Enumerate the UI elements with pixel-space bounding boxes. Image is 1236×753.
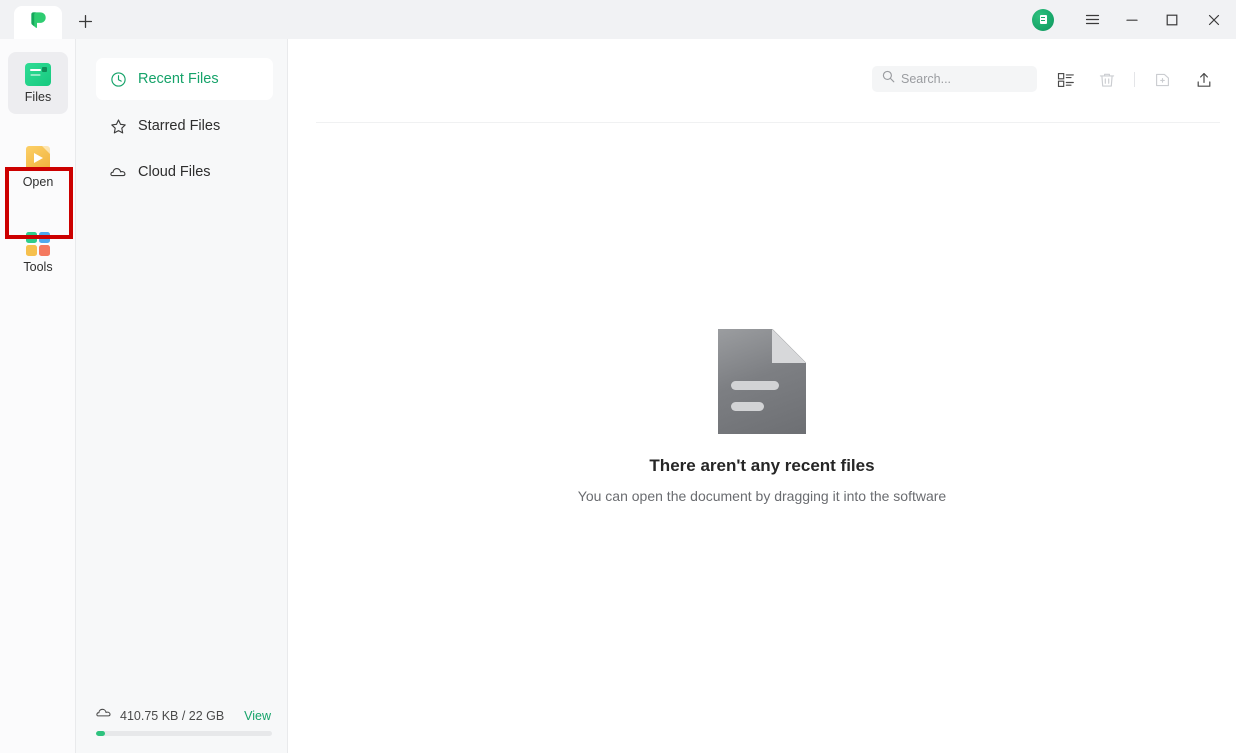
- document-placeholder-icon: [718, 329, 806, 434]
- storage-usage-text: 410.75 KB / 22 GB: [120, 708, 225, 723]
- star-icon: [110, 118, 127, 135]
- rail-item-tools[interactable]: Tools: [8, 222, 68, 284]
- nav-item-cloud-files[interactable]: Cloud Files: [96, 151, 273, 193]
- avatar-glyph: [1039, 15, 1047, 24]
- search-icon: [882, 70, 895, 88]
- new-tab-button[interactable]: [70, 6, 100, 36]
- hamburger-menu-icon[interactable]: [1072, 0, 1112, 39]
- trash-icon: [1094, 67, 1120, 93]
- avatar[interactable]: [1032, 8, 1054, 31]
- close-icon[interactable]: [1192, 0, 1236, 39]
- nav-item-recent-files-label: Recent Files: [138, 71, 219, 87]
- rail-item-tools-label: Tools: [23, 260, 53, 275]
- nav-panel: Recent Files Starred Files Cloud Files 4…: [76, 39, 288, 753]
- icon-rail: Files Open Tools: [0, 39, 76, 753]
- tab-strip: [0, 0, 100, 39]
- storage-cloud-icon: [96, 705, 112, 726]
- files-icon: [25, 62, 51, 86]
- window-controls: [1032, 0, 1236, 39]
- nav-item-recent-files[interactable]: Recent Files: [96, 58, 273, 100]
- list-view-icon[interactable]: [1053, 67, 1079, 93]
- document-line-1: [731, 381, 779, 390]
- main-content: There aren't any recent files You can op…: [288, 39, 1236, 753]
- empty-state: There aren't any recent files You can op…: [288, 329, 1236, 504]
- storage-section: 410.75 KB / 22 GB View: [76, 695, 288, 753]
- rail-item-files[interactable]: Files: [8, 52, 68, 114]
- toolbar-divider: [1134, 72, 1135, 87]
- storage-view-link[interactable]: View: [244, 709, 273, 723]
- nav-item-starred-files[interactable]: Starred Files: [96, 105, 273, 147]
- document-line-2: [731, 402, 764, 411]
- new-folder-icon: [1150, 67, 1176, 93]
- tools-grid-icon: [26, 232, 50, 257]
- app-logo-icon: [28, 10, 48, 35]
- browser-tab-active[interactable]: [14, 6, 62, 39]
- minimize-icon[interactable]: [1112, 0, 1152, 39]
- storage-progress-bar: [96, 731, 272, 736]
- rail-item-files-label: Files: [24, 89, 52, 104]
- clock-icon: [110, 71, 127, 88]
- open-folder-icon: [26, 145, 50, 171]
- upload-icon[interactable]: [1191, 67, 1217, 93]
- nav-item-starred-files-label: Starred Files: [138, 118, 221, 134]
- title-bar: [0, 0, 1236, 39]
- empty-state-title: There aren't any recent files: [649, 456, 875, 475]
- search-box[interactable]: [872, 66, 1037, 92]
- rail-item-open[interactable]: Open: [8, 136, 68, 198]
- search-input[interactable]: [901, 72, 1029, 86]
- rail-item-open-label: Open: [22, 174, 54, 189]
- storage-progress-fill: [96, 731, 105, 736]
- maximize-icon[interactable]: [1152, 0, 1192, 39]
- empty-state-subtitle: You can open the document by dragging it…: [577, 488, 947, 504]
- storage-row: 410.75 KB / 22 GB View: [96, 705, 273, 726]
- toolbar-bottom-divider: [316, 122, 1220, 123]
- cloud-icon: [110, 164, 127, 181]
- content-toolbar: [288, 39, 1236, 123]
- nav-item-cloud-files-label: Cloud Files: [138, 164, 211, 180]
